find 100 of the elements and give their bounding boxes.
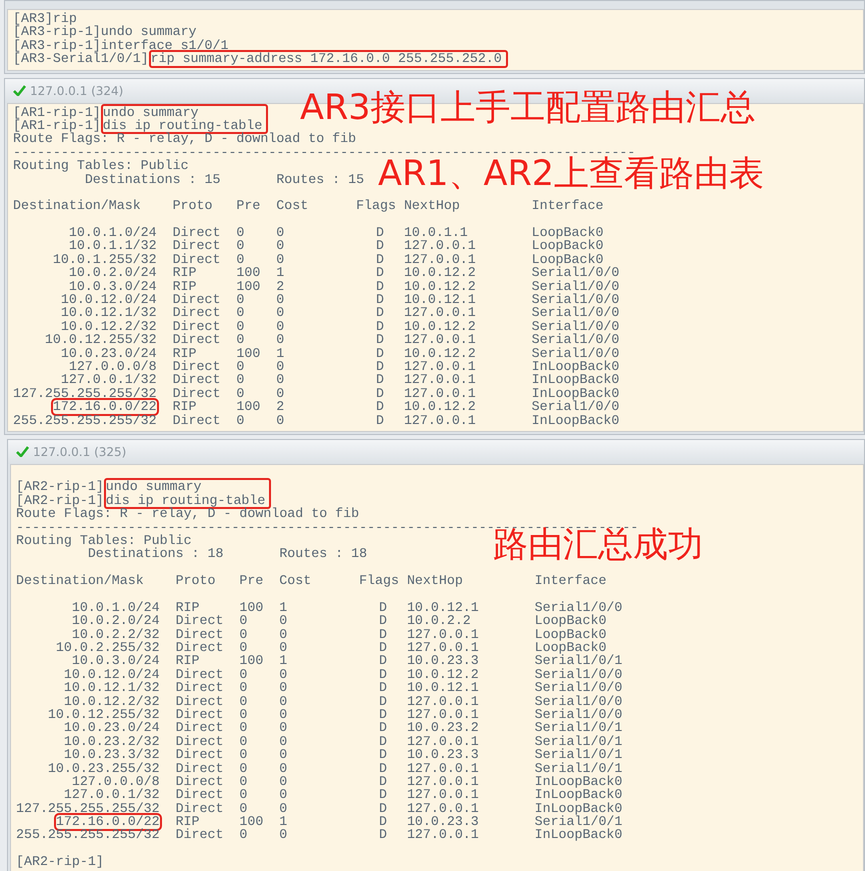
table-cell-text: Direct <box>172 293 222 306</box>
column-header: NextHop <box>404 199 461 213</box>
table-cell-text: 10.0.12.1 <box>406 600 480 614</box>
table-cell-text: 127.0.0.1 <box>406 628 480 642</box>
table-cell-text: D <box>378 641 388 654</box>
command-text: undo summary <box>102 106 199 119</box>
column-header: Flags <box>356 199 397 213</box>
table-cell-text: 10.0.1.255/32 <box>52 252 157 266</box>
table-cell-text: InLoopBack0 <box>532 386 620 400</box>
table-cell-text: 0 <box>239 802 248 816</box>
column-header: Proto <box>172 199 214 213</box>
table-cell-text: 0 <box>236 320 246 334</box>
column-header: Interface <box>534 574 608 588</box>
table-cell-text: 10.0.23.3 <box>406 654 480 668</box>
table-cell-text: D <box>378 734 388 748</box>
table-cell-text: RIP <box>172 280 197 294</box>
table-cell-text: RIP <box>172 266 198 280</box>
table-cell-text: 10.0.2.2/32 <box>72 628 160 642</box>
table-cell-text: D <box>375 252 385 266</box>
table-cell-text: 10.0.3.0/24 <box>72 654 160 668</box>
table-cell-text: 0 <box>239 708 248 722</box>
table-cell-text: 10.0.23.0/24 <box>62 721 160 735</box>
table-cell-text: Direct <box>172 226 222 240</box>
table-cell-text: 0 <box>239 628 248 642</box>
table-cell-text: Direct <box>176 708 224 722</box>
table-cell-text: InLoopBack0 <box>532 373 620 387</box>
command-prompt: [AR1-rip-1] <box>13 106 101 119</box>
window-title: 127.0.0.1 (324) <box>30 84 124 98</box>
table-cell-text: 0 <box>276 414 286 427</box>
table-cell-text: 10.0.1.1/32 <box>68 239 157 253</box>
table-cell-text: D <box>375 414 385 427</box>
table-cell-text: Direct <box>176 734 224 748</box>
table-cell-text: Direct <box>176 802 224 816</box>
table-cell-text: D <box>375 239 385 253</box>
table-cell-text: 0 <box>239 641 248 654</box>
table-cell-text: 127.0.0.1 <box>404 373 477 387</box>
table-cell-text: Serial1/0/0 <box>532 400 620 414</box>
table-cell-text: 10.0.12.2 <box>404 320 477 334</box>
table-cell-text: 0 <box>279 788 288 802</box>
table-cell-text: 0 <box>236 293 246 306</box>
table-cell-text: 0 <box>239 788 248 802</box>
terminal-line: [AR3-rip-1]interface s1/0/1 <box>13 38 228 52</box>
table-cell-text: 10.0.12.1/32 <box>60 306 157 320</box>
command-text: undo summary <box>106 480 202 494</box>
terminal-line: Routing Tables: Public <box>16 534 192 548</box>
table-cell-text: D <box>378 681 388 695</box>
table-cell-text: 0 <box>239 748 248 762</box>
table-cell-text: 127.0.0.0/8 <box>68 360 157 374</box>
checkmark-icon <box>16 446 29 458</box>
table-cell-text: 10.0.23.3 <box>406 748 480 762</box>
table-cell-text: Serial1/0/0 <box>532 333 620 347</box>
table-cell-text: Direct <box>176 788 224 802</box>
command-prompt: [AR1-rip-1] <box>13 118 101 132</box>
table-cell-text: 0 <box>236 252 246 266</box>
terminal-line: [AR3]rip <box>13 12 77 26</box>
table-cell-text: Serial1/0/0 <box>534 600 624 614</box>
table-cell-text: 0 <box>276 293 286 306</box>
table-cell-text: 127.0.0.1 <box>406 828 480 842</box>
table-cell-text: 10.0.1.0/24 <box>70 600 160 614</box>
table-cell-text: Serial1/0/0 <box>532 293 620 306</box>
table-cell-text: InLoopBack0 <box>534 774 624 788</box>
table-cell-text: 100 <box>239 654 264 668</box>
table-cell-text: 10.0.2.255/32 <box>54 641 160 654</box>
table-cell-text: D <box>378 600 388 614</box>
table-cell-text: 0 <box>239 614 248 628</box>
table-cell-text: 10.0.2.0/24 <box>68 266 157 280</box>
table-cell-text: 1 <box>279 654 288 668</box>
table-cell-text: Direct <box>172 414 222 427</box>
table-cell-text: 10.0.12.2 <box>404 266 477 280</box>
table-cell-text: D <box>378 694 388 708</box>
column-header: Cost <box>279 574 312 588</box>
table-cell-text: 2 <box>276 280 286 294</box>
table-cell-text: RIP <box>176 600 200 614</box>
table-cell-text: 0 <box>239 694 248 708</box>
table-cell-text: 127.0.0.1 <box>404 252 477 266</box>
table-cell-text: D <box>378 614 388 628</box>
table-cell-text: 0 <box>239 828 248 842</box>
column-header: Proto <box>176 574 216 588</box>
table-cell-text: D <box>375 306 385 320</box>
column-header: Flags <box>359 574 400 588</box>
table-cell-text: Serial1/0/1 <box>534 721 624 735</box>
table-cell-text: 0 <box>239 734 248 748</box>
column-header: Destination/Mask <box>13 199 142 213</box>
table-cell-text: InLoopBack0 <box>534 788 624 802</box>
table-cell-text: 127.0.0.1 <box>406 788 480 802</box>
table-cell-text: D <box>378 654 388 668</box>
command-prompt: [AR3-Serial1/0/1] <box>13 52 149 66</box>
table-cell-text: Direct <box>176 668 224 682</box>
table-cell-text: D <box>378 628 388 642</box>
table-cell-text: 10.0.12.1 <box>404 293 477 306</box>
table-cell-text: InLoopBack0 <box>532 414 620 427</box>
table-cell-text: 127.0.0.1 <box>406 762 480 775</box>
table-cell-text: 0 <box>279 668 288 682</box>
table-cell-text: D <box>378 668 388 682</box>
table-cell-text: 0 <box>276 320 286 334</box>
terminal-line: Destinations : 18 Routes : 18 <box>86 547 368 561</box>
table-cell-text: 10.0.12.1/32 <box>62 681 160 695</box>
table-cell-text: 0 <box>239 721 248 735</box>
table-cell-text: 1 <box>276 346 286 360</box>
table-cell-text: Serial1/0/0 <box>532 320 620 334</box>
